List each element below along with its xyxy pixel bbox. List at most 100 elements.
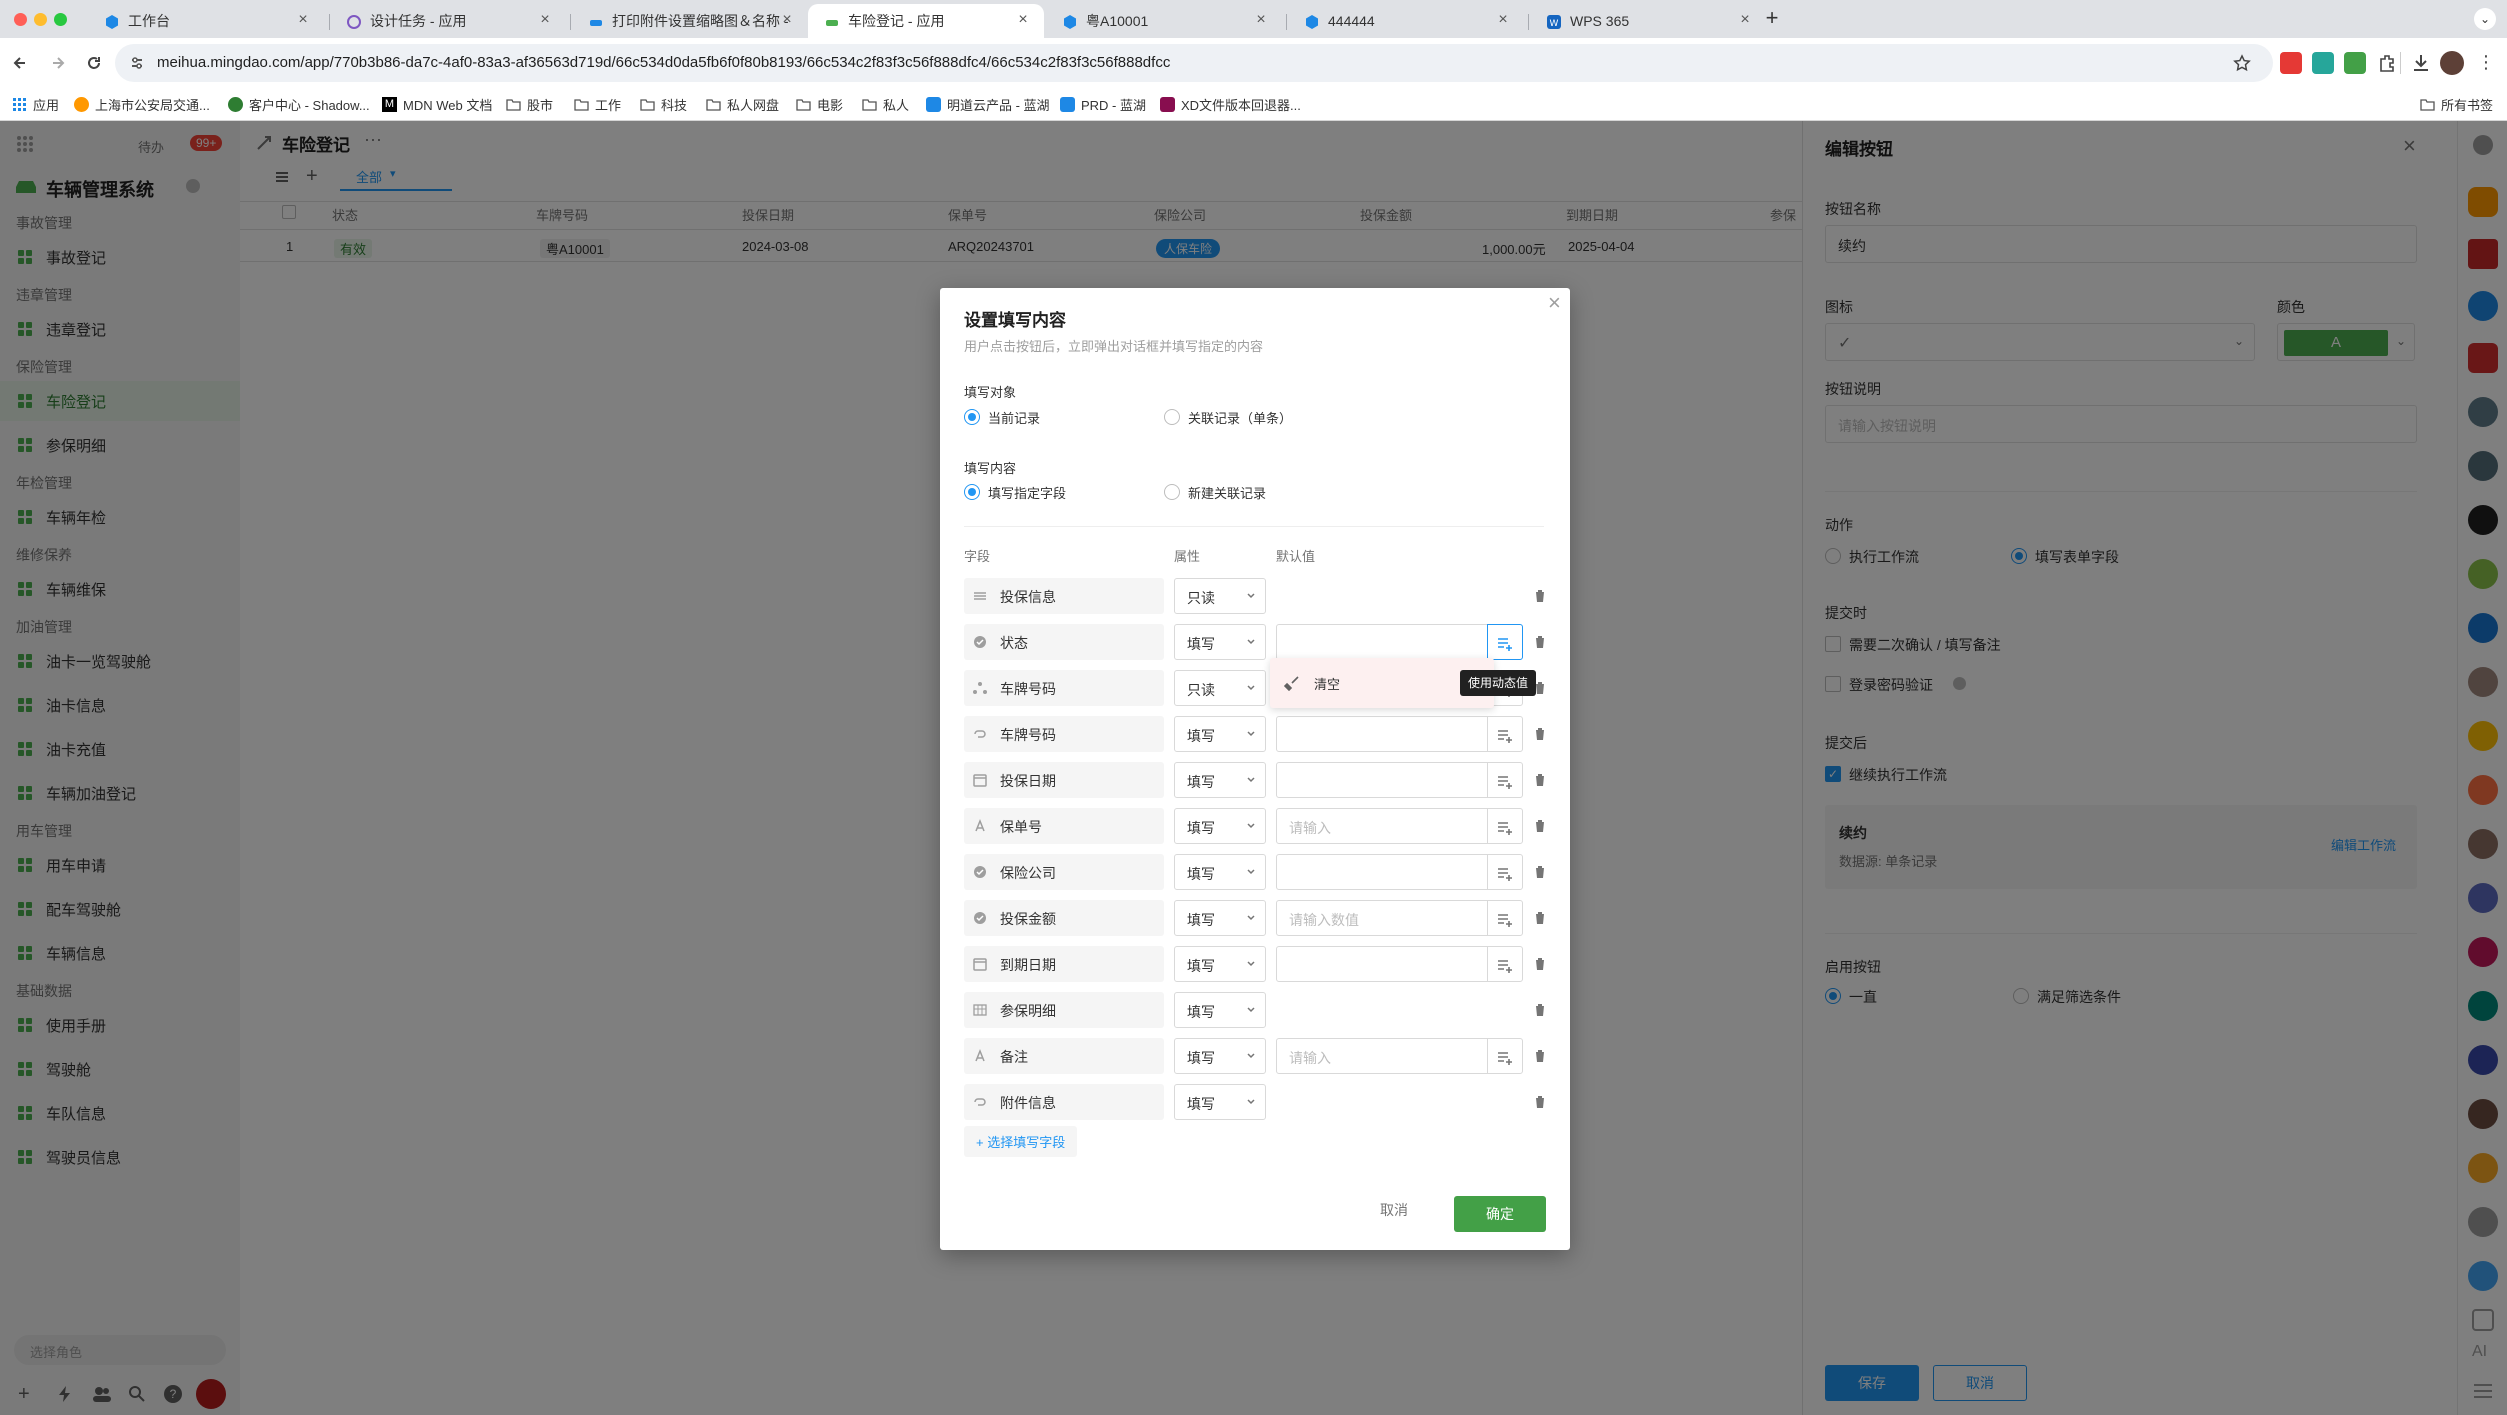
trash-icon[interactable] [1532, 1094, 1548, 1110]
extension-icon[interactable] [2280, 52, 2302, 74]
field-attr-select[interactable]: 只读 [1174, 578, 1266, 614]
trash-icon[interactable] [1532, 634, 1548, 650]
field-default-input[interactable] [1276, 716, 1488, 752]
extension-icon[interactable] [2344, 52, 2366, 74]
bookmark-item[interactable]: M MDN Web 文档 [382, 95, 492, 114]
reload-icon[interactable] [84, 53, 104, 73]
new-tab-icon[interactable]: + [1762, 7, 1782, 29]
close-tab-icon[interactable]: × [296, 12, 310, 28]
trash-icon[interactable] [1532, 1002, 1548, 1018]
field-attr-select[interactable]: 只读 [1174, 670, 1266, 706]
trash-icon[interactable] [1532, 726, 1548, 742]
field-default-input[interactable] [1276, 762, 1488, 798]
field-row: 投保日期 填写 [964, 762, 1545, 802]
close-tab-icon[interactable]: × [538, 12, 552, 28]
chevron-down-icon [1245, 958, 1257, 970]
field-attr-select[interactable]: 填写 [1174, 992, 1266, 1028]
field-name-cell: 备注 [964, 1038, 1164, 1074]
all-bookmarks[interactable]: 所有书签 [2420, 95, 2493, 114]
trash-icon[interactable] [1532, 864, 1548, 880]
profile-avatar[interactable] [2440, 51, 2464, 75]
cancel-button[interactable]: 取消 [1380, 1200, 1408, 1220]
download-icon[interactable] [2410, 52, 2432, 74]
trash-icon[interactable] [1532, 1048, 1548, 1064]
dynamic-value-button[interactable] [1487, 624, 1523, 660]
dynamic-value-button[interactable] [1487, 808, 1523, 844]
close-tab-icon[interactable]: × [1496, 12, 1510, 28]
extension-icon[interactable] [2312, 52, 2334, 74]
content-fields-radio[interactable] [964, 484, 980, 500]
url-field[interactable]: meihua.mingdao.com/app/770b3b86-da7c-4af… [115, 44, 2273, 82]
bookmark-item[interactable]: 明道云产品 - 蓝湖 [926, 95, 1050, 114]
bookmark-item[interactable]: 客户中心 - Shadow... [228, 95, 370, 114]
ok-button[interactable]: 确定 [1454, 1196, 1546, 1232]
field-attr-select[interactable]: 填写 [1174, 624, 1266, 660]
site-settings-icon[interactable] [129, 55, 145, 71]
trash-icon[interactable] [1532, 910, 1548, 926]
bookmark-folder[interactable]: 电影 [796, 95, 843, 114]
field-attr-select[interactable]: 填写 [1174, 716, 1266, 752]
field-row: 备注 填写 请输入 [964, 1038, 1545, 1078]
close-tab-icon[interactable]: × [1738, 12, 1752, 28]
field-default-input[interactable] [1276, 854, 1488, 890]
bookmark-item[interactable]: 应用 [12, 95, 59, 114]
dynamic-value-button[interactable] [1487, 854, 1523, 890]
field-attr-select[interactable]: 填写 [1174, 900, 1266, 936]
browser-tab[interactable]: 444444 × [1288, 4, 1524, 38]
back-icon[interactable] [10, 53, 30, 73]
close-icon[interactable]: × [1548, 290, 1561, 316]
dynamic-value-button[interactable] [1487, 762, 1523, 798]
dynamic-value-button[interactable] [1487, 946, 1523, 982]
bookmark-star-icon[interactable] [2233, 54, 2251, 72]
browser-tab[interactable]: 打印附件设置缩略图＆名称 - E × [572, 4, 808, 38]
bookmark-item[interactable]: XD文件版本回退器... [1160, 95, 1301, 114]
field-default-input[interactable]: 请输入 [1276, 808, 1488, 844]
target-related-radio[interactable] [1164, 409, 1180, 425]
browser-menu-icon[interactable]: ⋮ [2476, 52, 2496, 74]
add-field-button[interactable]: + 选择填写字段 [964, 1126, 1078, 1157]
content-new-radio[interactable] [1164, 484, 1180, 500]
fill-content-dialog: × 设置填写内容 用户点击按钮后，立即弹出对话框并填写指定的内容 填写对象 当前… [940, 288, 1570, 1250]
field-attr-value: 填写 [1187, 866, 1215, 882]
field-attr-select[interactable]: 填写 [1174, 946, 1266, 982]
close-tab-icon[interactable]: × [1016, 12, 1030, 28]
bookmark-folder[interactable]: 股市 [506, 95, 553, 114]
field-default-input[interactable] [1276, 624, 1488, 660]
browser-tab[interactable]: 设计任务 - 应用 × [330, 4, 566, 38]
target-current-radio[interactable] [964, 409, 980, 425]
field-default-input[interactable]: 请输入 [1276, 1038, 1488, 1074]
extensions-puzzle-icon[interactable] [2376, 52, 2398, 74]
browser-tab[interactable]: W WPS 365 × [1530, 4, 1766, 38]
dynamic-value-button[interactable] [1487, 900, 1523, 936]
tab-search-icon[interactable]: ⌄ [2474, 8, 2496, 30]
browser-tab-active[interactable]: 车险登记 - 应用 × [808, 4, 1044, 38]
dynamic-value-button[interactable] [1487, 716, 1523, 752]
bookmark-folder[interactable]: 私人 [862, 95, 909, 114]
bookmark-folder[interactable]: 工作 [574, 95, 621, 114]
trash-icon[interactable] [1532, 818, 1548, 834]
field-attr-select[interactable]: 填写 [1174, 854, 1266, 890]
browser-tab[interactable]: 粤A10001 × [1046, 4, 1282, 38]
clear-option[interactable]: 清空 [1314, 674, 1340, 693]
bookmark-folder[interactable]: 科技 [640, 95, 687, 114]
trash-icon[interactable] [1532, 588, 1548, 604]
zoom-window-button[interactable] [54, 13, 67, 26]
field-attr-select[interactable]: 填写 [1174, 1084, 1266, 1120]
close-window-button[interactable] [14, 13, 27, 26]
field-attr-select[interactable]: 填写 [1174, 762, 1266, 798]
trash-icon[interactable] [1532, 772, 1548, 788]
bookmark-item[interactable]: PRD - 蓝湖 [1060, 95, 1146, 114]
bookmark-item[interactable]: 上海市公安局交通... [74, 95, 210, 114]
browser-tab[interactable]: 工作台 × [88, 4, 324, 38]
close-tab-icon[interactable]: × [1254, 12, 1268, 28]
dynamic-value-button[interactable] [1487, 1038, 1523, 1074]
field-attr-select[interactable]: 填写 [1174, 1038, 1266, 1074]
field-attr-select[interactable]: 填写 [1174, 808, 1266, 844]
minimize-window-button[interactable] [34, 13, 47, 26]
bookmark-folder[interactable]: 私人网盘 [706, 95, 779, 114]
forward-icon[interactable] [48, 53, 68, 73]
field-default-input[interactable] [1276, 946, 1488, 982]
field-default-input[interactable]: 请输入数值 [1276, 900, 1488, 936]
close-tab-icon[interactable]: × [780, 12, 794, 28]
trash-icon[interactable] [1532, 956, 1548, 972]
